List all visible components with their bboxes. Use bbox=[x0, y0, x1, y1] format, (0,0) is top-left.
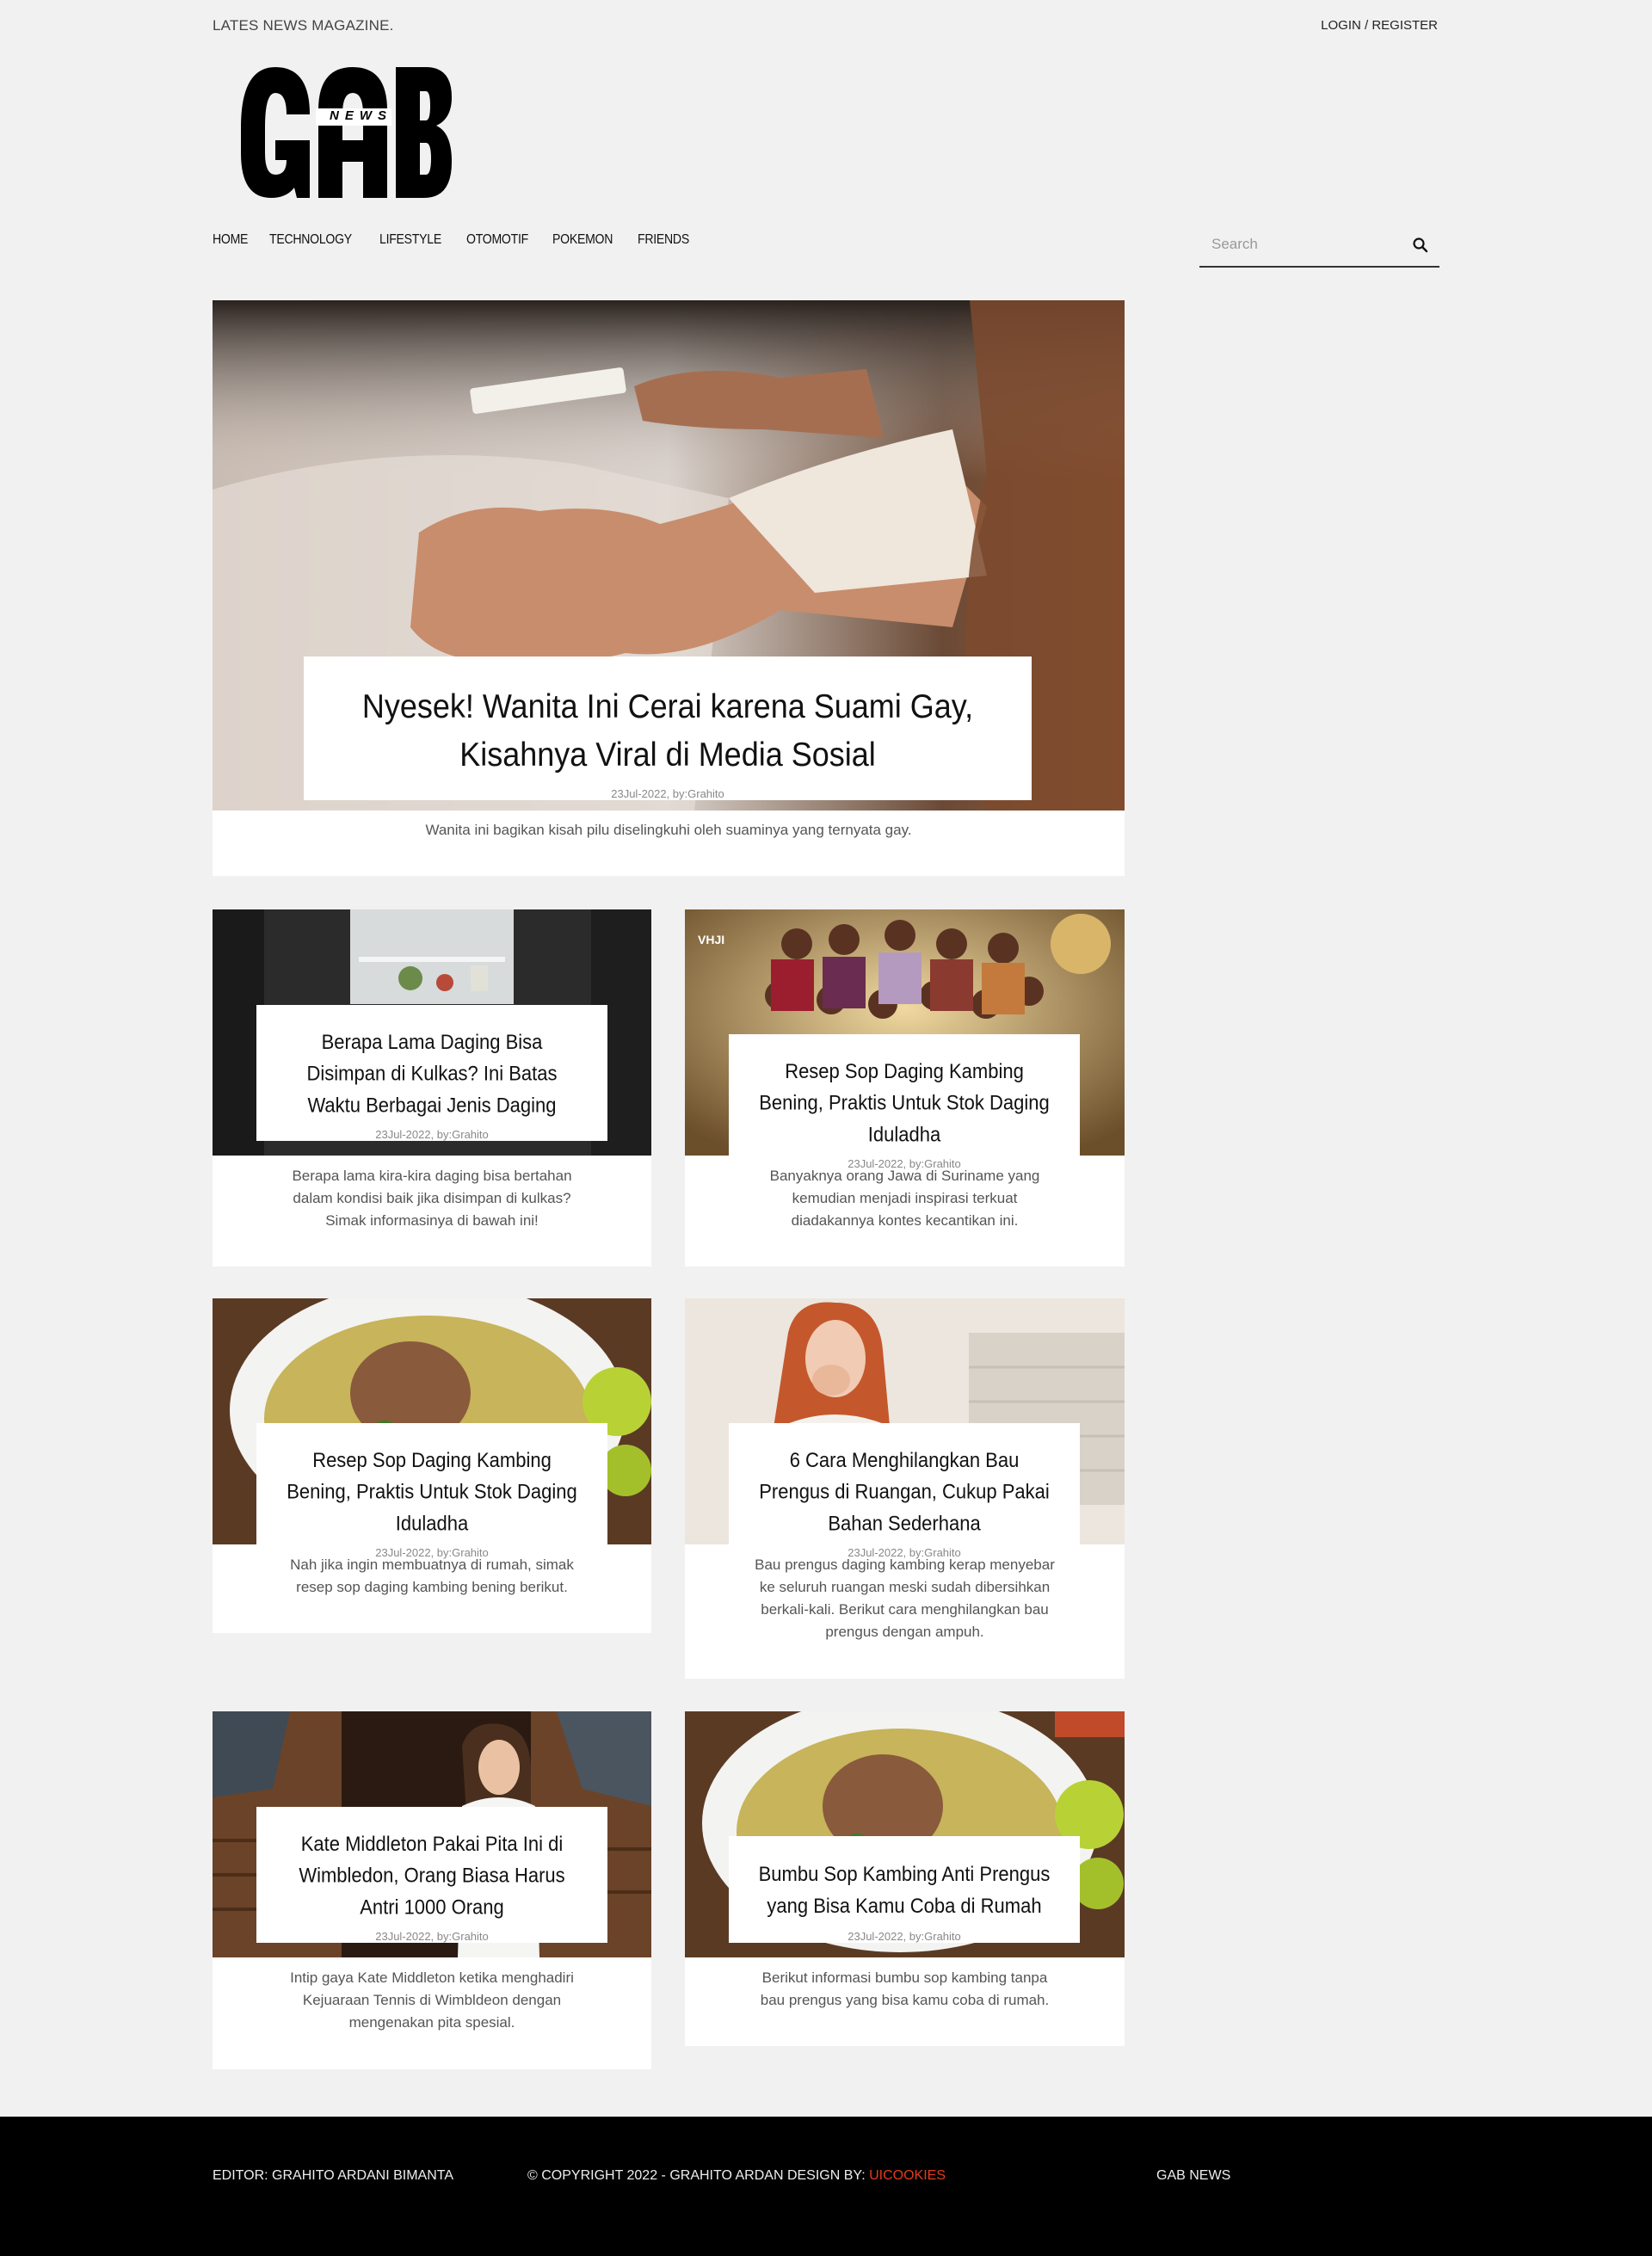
footer-copyright: © COPYRIGHT 2022 - GRAHITO ARDAN DESIGN … bbox=[527, 2168, 946, 2184]
site-tagline: LATES NEWS MAGAZINE. bbox=[213, 17, 394, 34]
search-icon[interactable] bbox=[1412, 237, 1429, 254]
article-title-box: Resep Sop Daging Kambing Bening, Praktis… bbox=[729, 1034, 1080, 1170]
article-title-box: Bumbu Sop Kambing Anti Prengus yang Bisa… bbox=[729, 1836, 1080, 1943]
nav-item-lifestyle[interactable]: LIFESTYLE bbox=[379, 232, 441, 248]
article-title[interactable]: Resep Sop Daging Kambing Bening, Praktis… bbox=[256, 1445, 607, 1539]
article-excerpt: Bau prengus daging kambing kerap menyeba… bbox=[755, 1556, 1055, 1640]
nav-item-otomotif[interactable]: OTOMOTIF bbox=[466, 232, 528, 248]
article-title[interactable]: Resep Sop Daging Kambing Bening, Praktis… bbox=[729, 1056, 1080, 1150]
article-meta: 23Jul-2022, by:Grahito bbox=[848, 1930, 961, 1943]
site-footer: EDITOR: GRAHITO ARDANI BIMANTA © COPYRIG… bbox=[0, 2117, 1652, 2256]
article-excerpt: Berikut informasi bumbu sop kambing tanp… bbox=[760, 1969, 1050, 2008]
article-title[interactable]: Kate Middleton Pakai Pita Ini di Wimbled… bbox=[256, 1828, 607, 1923]
footer-site-name[interactable]: GAB NEWS bbox=[1156, 2168, 1230, 2184]
article-title[interactable]: Bumbu Sop Kambing Anti Prengus yang Bisa… bbox=[729, 1858, 1080, 1921]
article-card[interactable]: Kate Middleton Pakai Pita Ini di Wimbled… bbox=[213, 1711, 651, 2069]
footer-copyright-text: © COPYRIGHT 2022 - GRAHITO ARDAN DESIGN … bbox=[527, 2168, 870, 2183]
footer-design-link[interactable]: UICOOKIES bbox=[869, 2168, 946, 2183]
search-input[interactable] bbox=[1199, 235, 1389, 253]
main-nav: HOME TECHNOLOGY LIFESTYLE OTOMOTIF POKEM… bbox=[213, 232, 696, 248]
article-title-box: Kate Middleton Pakai Pita Ini di Wimbled… bbox=[256, 1807, 607, 1943]
article-excerpt: Berapa lama kira-kira daging bisa bertah… bbox=[292, 1168, 572, 1229]
article-excerpt: Banyaknya orang Jawa di Suriname yang ke… bbox=[769, 1168, 1040, 1229]
logo-graphic bbox=[241, 67, 452, 198]
nav-item-technology[interactable]: TECHNOLOGY bbox=[269, 232, 352, 248]
article-title[interactable]: 6 Cara Menghilangkan Bau Prengus di Ruan… bbox=[729, 1445, 1080, 1539]
article-title-box: 6 Cara Menghilangkan Bau Prengus di Ruan… bbox=[729, 1423, 1080, 1559]
search-box bbox=[1199, 222, 1439, 268]
article-meta: 23Jul-2022, by:Grahito bbox=[375, 1128, 489, 1141]
hero-excerpt: Wanita ini bagikan kisah pilu diselingku… bbox=[425, 822, 912, 838]
article-title[interactable]: Berapa Lama Daging Bisa Disimpan di Kulk… bbox=[256, 1026, 607, 1121]
nav-item-home[interactable]: HOME bbox=[213, 232, 248, 248]
hero-title[interactable]: Nyesek! Wanita Ini Cerai karena Suami Ga… bbox=[304, 682, 1032, 779]
hero-meta: 23Jul-2022, by:Grahito bbox=[611, 787, 724, 800]
logo-sub: NEWS bbox=[330, 108, 392, 123]
svg-text:VHJI: VHJI bbox=[698, 933, 724, 946]
article-card[interactable]: Berapa Lama Daging Bisa Disimpan di Kulk… bbox=[213, 909, 651, 1267]
article-title-box: Resep Sop Daging Kambing Bening, Praktis… bbox=[256, 1423, 607, 1559]
login-register-link[interactable]: LOGIN / REGISTER bbox=[1321, 18, 1438, 33]
article-meta: 23Jul-2022, by:Grahito bbox=[375, 1930, 489, 1943]
article-card[interactable]: Bumbu Sop Kambing Anti Prengus yang Bisa… bbox=[685, 1711, 1125, 2046]
article-card[interactable]: 6 Cara Menghilangkan Bau Prengus di Ruan… bbox=[685, 1298, 1125, 1679]
gab-news-logo[interactable]: NEWS bbox=[237, 67, 452, 198]
footer-editor: EDITOR: GRAHITO ARDANI BIMANTA bbox=[213, 2168, 454, 2183]
article-excerpt: Nah jika ingin membuatnya di rumah, sima… bbox=[290, 1556, 574, 1595]
article-excerpt: Intip gaya Kate Middleton ketika menghad… bbox=[290, 1969, 574, 2031]
hero-article[interactable]: Nyesek! Wanita Ini Cerai karena Suami Ga… bbox=[213, 300, 1125, 876]
nav-item-friends[interactable]: FRIENDS bbox=[638, 232, 689, 248]
article-title-box: Berapa Lama Daging Bisa Disimpan di Kulk… bbox=[256, 1005, 607, 1141]
hero-title-box: Nyesek! Wanita Ini Cerai karena Suami Ga… bbox=[304, 656, 1032, 800]
article-card[interactable]: VHJI Resep Sop Daging Kambing Bening, Pr… bbox=[685, 909, 1125, 1267]
article-card[interactable]: Resep Sop Daging Kambing Bening, Praktis… bbox=[213, 1298, 651, 1633]
nav-item-pokemon[interactable]: POKEMON bbox=[552, 232, 613, 248]
